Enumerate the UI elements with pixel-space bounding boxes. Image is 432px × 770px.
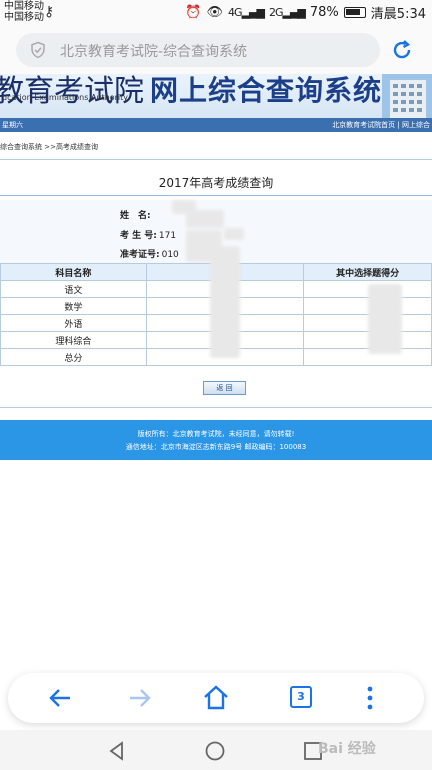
site-footer: 版权所有：北京教育考试院，未经同意，请勿转载! 通信地址：北京市海淀区志新东路9… (0, 420, 432, 460)
carrier-info: 中国移动 中国移动 (4, 1, 44, 23)
nav-day: 星期六 (2, 121, 23, 129)
header-choice-score: 其中选择题得分 (303, 263, 432, 281)
shield-icon (31, 41, 45, 59)
name-row: 姓 名: (120, 208, 151, 221)
url-field[interactable]: 北京教育考试院-综合查询系统 (16, 33, 380, 67)
breadcrumb[interactable]: 综合查询系统 >>高考成绩查询 (0, 142, 98, 152)
alarm-icon: ⏰ (185, 5, 202, 20)
footer-copyright: 版权所有：北京教育考试院，未经同意，请勿转载! (137, 430, 295, 438)
battery-percent: 78% (309, 5, 339, 20)
admit-no-row: 准考证号: 010 (120, 247, 179, 260)
exam-no-row: 考 生 号: 171 (120, 228, 176, 241)
site-nav-bar: 星期六 北京教育考试院首页 | 网上综合 (0, 118, 432, 132)
name-label: 姓 名: (120, 211, 151, 221)
banner-org-english: ucation Examinations Authority (2, 93, 128, 102)
signal-icon-2: 2G▂▄▆ (268, 6, 306, 19)
system-home-icon[interactable] (204, 740, 226, 762)
address-bar: 北京教育考试院-综合查询系统 (0, 26, 432, 74)
status-icons: ⏰ 👁 4G▂▄▆ 2G▂▄▆ 78% 清晨5:34 (185, 3, 426, 22)
browser-toolbar: 3 (8, 673, 424, 723)
web-page: 教育考试院 ucation Examinations Authority 网上综… (0, 74, 432, 674)
carrier-1: 中国移动 (4, 1, 44, 12)
exam-no-value: 171 (158, 231, 177, 241)
footer-address: 通信地址：北京市海淀区志新东路9号 邮政编码：100083 (125, 443, 307, 451)
signal-icon-1: 4G▂▄▆ (228, 6, 265, 19)
site-banner: 教育考试院 ucation Examinations Authority 网上综… (0, 74, 432, 118)
tab-count-button[interactable]: 3 (290, 686, 312, 708)
redaction-blur (186, 210, 224, 228)
admit-no-label: 准考证号: (120, 250, 160, 260)
redaction-blur (210, 246, 240, 358)
forward-arrow-icon[interactable] (124, 682, 156, 714)
admit-no-value: 010 (161, 250, 179, 260)
subject-cell: 语文 (0, 280, 147, 298)
subject-cell: 外语 (0, 314, 147, 332)
banner-org-name: 教育考试院 (0, 74, 144, 109)
battery-icon (343, 7, 366, 18)
nav-links[interactable]: 北京教育考试院首页 | 网上综合 (332, 118, 430, 132)
home-icon[interactable] (200, 682, 232, 714)
subject-cell: 数学 (0, 297, 147, 315)
redaction-blur (224, 228, 244, 240)
divider (0, 159, 432, 160)
back-arrow-icon[interactable] (44, 682, 76, 714)
subject-cell: 理科综合 (0, 331, 147, 349)
subject-cell: 总分 (0, 348, 147, 366)
divider (0, 407, 432, 408)
exam-no-label: 考 生 号: (120, 231, 157, 241)
clock: 清晨5:34 (370, 7, 426, 22)
watermark-text: Bai 经验 (318, 741, 376, 757)
header-subject: 科目名称 (0, 263, 147, 281)
url-text: 北京教育考试院-综合查询系统 (60, 44, 248, 60)
banner-system-title: 网上综合查询系统 (150, 74, 383, 107)
system-back-icon[interactable] (106, 740, 128, 762)
more-menu-icon[interactable] (354, 682, 386, 714)
redaction-blur (368, 284, 402, 354)
building-image (382, 74, 432, 118)
status-bar: 中国移动 中国移动 ⚷ ⏰ 👁 4G▂▄▆ 2G▂▄▆ 78% 清晨5:34 (0, 0, 432, 26)
key-icon: ⚷ (44, 4, 55, 20)
reload-icon[interactable] (390, 38, 414, 62)
carrier-2: 中国移动 (4, 12, 44, 23)
divider (0, 195, 432, 196)
eye-icon: 👁 (206, 5, 224, 20)
page-title: 2017年高考成绩查询 (158, 176, 274, 190)
back-button[interactable]: 返 回 (203, 381, 246, 395)
system-nav-bar: Bai 经验 (0, 730, 432, 770)
